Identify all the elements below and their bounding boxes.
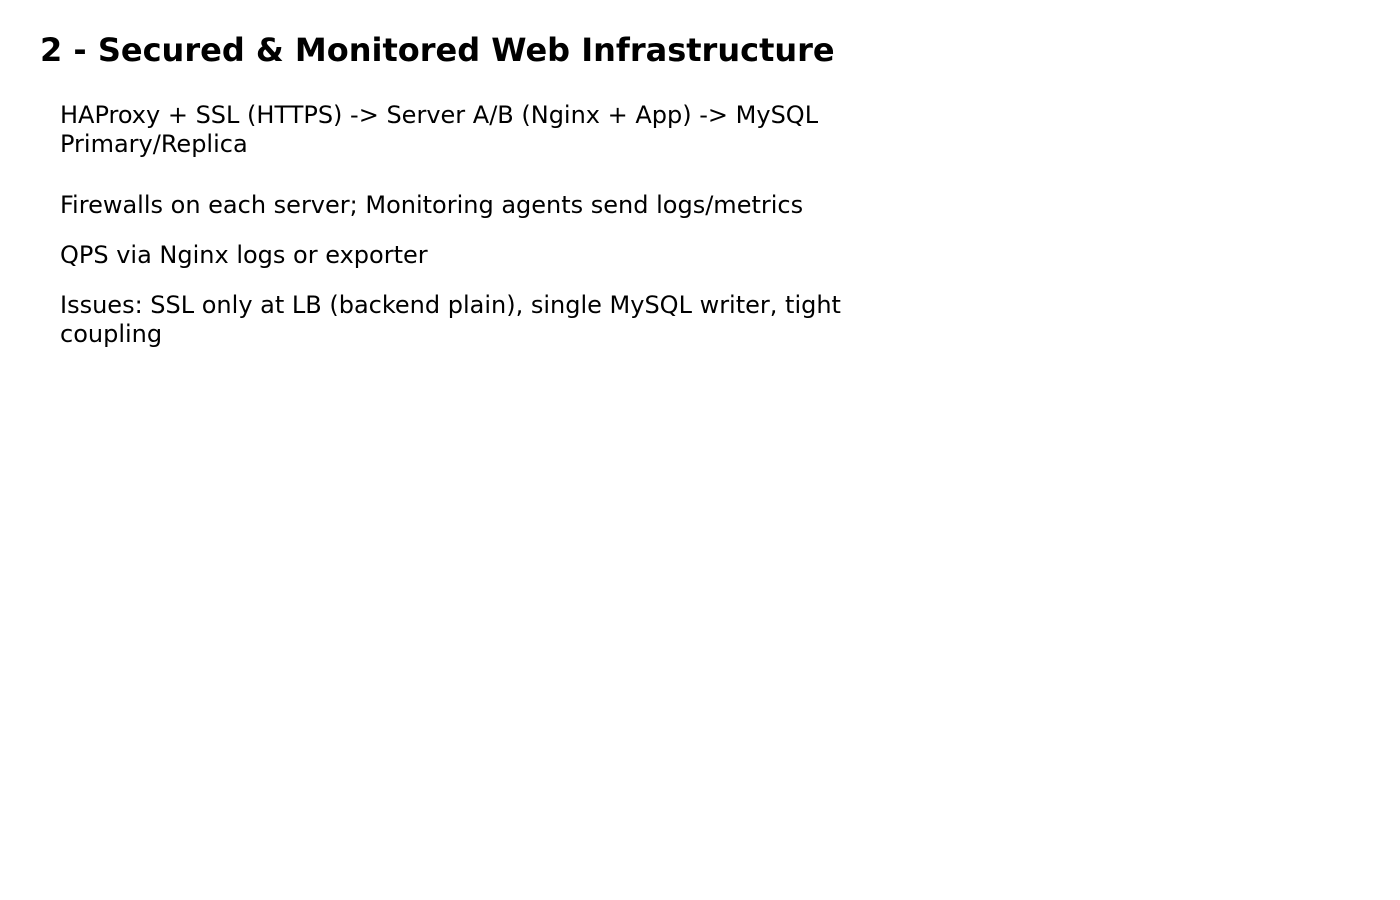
page-title: 2 - Secured & Monitored Web Infrastructu… [40, 31, 835, 69]
document-page: 2 - Secured & Monitored Web Infrastructu… [0, 0, 1400, 900]
content-lines: HAProxy + SSL (HTTPS) -> Server A/B (Ngi… [60, 101, 930, 349]
qps-line: QPS via Nginx logs or exporter [60, 241, 428, 269]
security-monitoring-line: Firewalls on each server; Monitoring age… [60, 191, 804, 219]
architecture-line: HAProxy + SSL (HTTPS) -> Server A/B (Ngi… [60, 101, 819, 158]
issues-line: Issues: SSL only at LB (backend plain), … [60, 291, 841, 348]
